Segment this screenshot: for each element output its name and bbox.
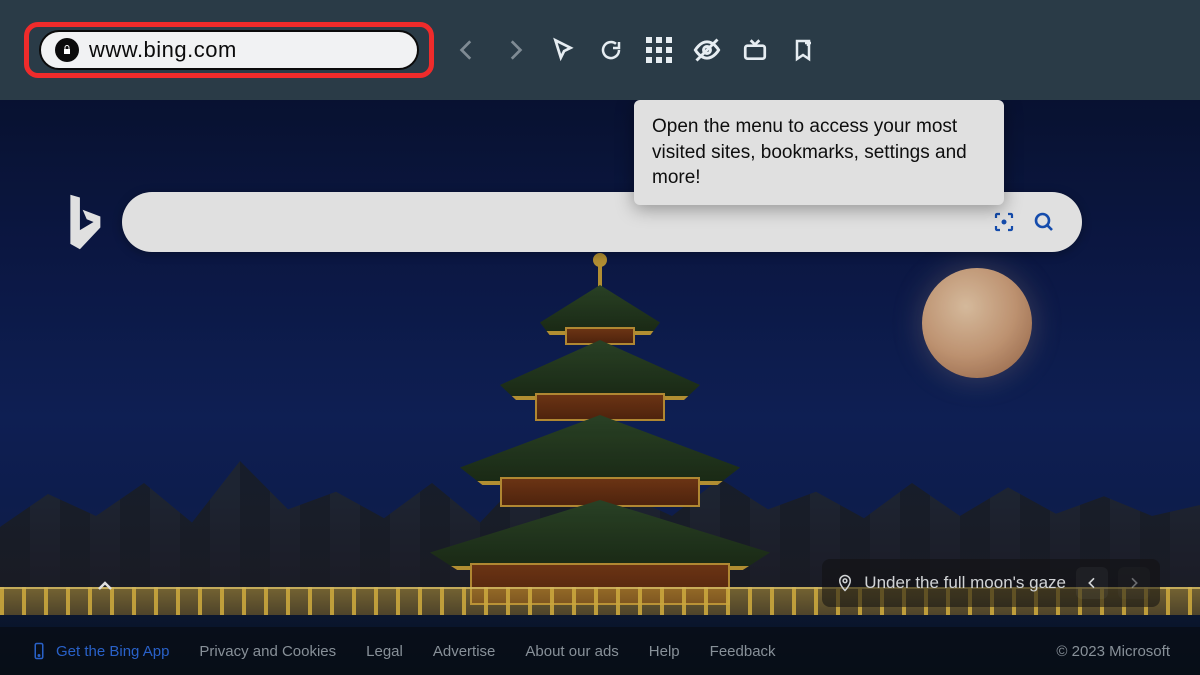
footer-link-feedback[interactable]: Feedback xyxy=(710,643,776,660)
location-pin-icon xyxy=(836,574,854,592)
footer-link-advertise[interactable]: Advertise xyxy=(433,643,496,660)
image-caption-bar: Under the full moon's gaze xyxy=(822,559,1160,607)
search-button[interactable] xyxy=(1024,202,1064,242)
privacy-eye-icon[interactable] xyxy=(692,35,722,65)
menu-tooltip: Open the menu to access your most visite… xyxy=(634,100,1004,205)
footer: Get the Bing App Privacy and Cookies Leg… xyxy=(0,627,1200,675)
url-highlight-box: www.bing.com xyxy=(24,22,434,78)
lock-icon xyxy=(55,38,79,62)
bing-logo-icon xyxy=(60,192,108,252)
address-bar[interactable]: www.bing.com xyxy=(39,30,419,70)
footer-link-legal[interactable]: Legal xyxy=(366,643,403,660)
get-app-link[interactable]: Get the Bing App xyxy=(30,642,169,660)
phone-icon xyxy=(30,642,48,660)
reload-button[interactable] xyxy=(596,35,626,65)
visual-search-button[interactable] xyxy=(984,202,1024,242)
tooltip-text: Open the menu to access your most visite… xyxy=(652,116,967,188)
scroll-indicator-icon[interactable] xyxy=(88,569,122,603)
tv-icon[interactable] xyxy=(740,35,770,65)
background-pagoda xyxy=(440,285,760,605)
caption-next-button[interactable] xyxy=(1118,567,1150,599)
forward-button[interactable] xyxy=(500,35,530,65)
browser-toolbar: www.bing.com xyxy=(0,0,1200,100)
search-input[interactable] xyxy=(146,212,984,233)
url-text: www.bing.com xyxy=(89,37,237,63)
cursor-icon[interactable] xyxy=(548,35,578,65)
caption-text: Under the full moon's gaze xyxy=(864,573,1066,593)
footer-link-privacy[interactable]: Privacy and Cookies xyxy=(199,643,336,660)
footer-link-help[interactable]: Help xyxy=(649,643,680,660)
apps-grid-icon[interactable] xyxy=(644,35,674,65)
background-moon xyxy=(922,268,1032,378)
footer-link-about-ads[interactable]: About our ads xyxy=(525,643,618,660)
caption-prev-button[interactable] xyxy=(1076,567,1108,599)
footer-copyright: © 2023 Microsoft xyxy=(1056,643,1170,660)
get-app-label: Get the Bing App xyxy=(56,643,169,660)
back-button[interactable] xyxy=(452,35,482,65)
page-content: Open the menu to access your most visite… xyxy=(0,100,1200,675)
bookmark-add-icon[interactable] xyxy=(788,35,818,65)
